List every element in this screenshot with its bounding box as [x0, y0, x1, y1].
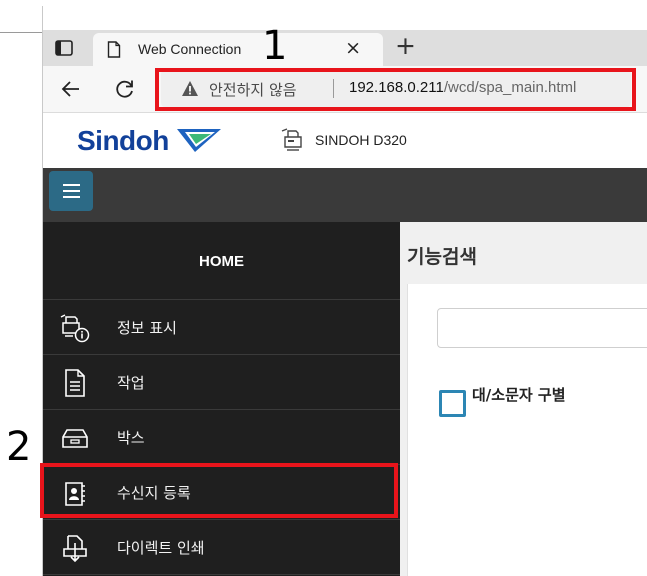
- info-printer-icon: [60, 314, 90, 343]
- sidebar-item-info-display[interactable]: 정보 표시: [43, 300, 400, 355]
- page-title: 기능검색: [407, 246, 477, 268]
- function-search-panel: 대/소문자 구별: [407, 284, 647, 576]
- annotation-number-2: 2: [6, 424, 32, 470]
- browser-tab-active[interactable]: Web Connection ×: [93, 33, 383, 66]
- tab-title: Web Connection: [138, 41, 242, 57]
- reload-icon[interactable]: [113, 77, 137, 101]
- new-tab-button[interactable]: +: [395, 33, 416, 58]
- box-icon: [62, 429, 88, 448]
- sidebar-item-box[interactable]: 박스: [43, 410, 400, 465]
- brand-logo-text: Sindoh: [77, 125, 169, 156]
- tab-actions-icon: [55, 40, 73, 56]
- sidebar-item-label: 박스: [117, 429, 145, 447]
- sidebar-item-label: 작업: [117, 374, 145, 392]
- case-sensitive-label: 대/소문자 구별: [472, 386, 566, 404]
- page-icon: [107, 41, 121, 58]
- hamburger-menu-button[interactable]: [49, 171, 93, 211]
- main-content: 기능검색 대/소문자 구별: [400, 222, 647, 576]
- brand-logo-mark: [177, 129, 221, 152]
- sidebar-item-jobs[interactable]: 작업: [43, 355, 400, 410]
- sidebar-item-home[interactable]: HOME: [43, 222, 400, 300]
- browser-tab-strip: Web Connection × +: [43, 30, 647, 66]
- menu-line: [62, 184, 80, 186]
- sidebar: HOME 정보 표시 작업 박스 수신지 등록 다이렉트 인쇄: [43, 222, 400, 576]
- corner-guide-line: [0, 32, 42, 33]
- url-path: /wcd/spa_main.html: [443, 79, 577, 96]
- sidebar-item-address-registration[interactable]: 수신지 등록: [43, 465, 400, 520]
- top-navigation-bar: [43, 168, 647, 222]
- security-warning-text: 안전하지 않음: [209, 81, 297, 99]
- sidebar-item-label: 정보 표시: [117, 319, 177, 337]
- function-search-input[interactable]: [437, 308, 647, 348]
- tab-actions-button[interactable]: [53, 38, 75, 58]
- sidebar-item-label: 다이렉트 인쇄: [117, 539, 205, 557]
- back-arrow-icon[interactable]: [59, 77, 83, 101]
- address-book-icon: [65, 482, 85, 506]
- menu-line: [62, 190, 80, 192]
- tab-close-button[interactable]: ×: [345, 39, 361, 58]
- printer-icon: [281, 128, 302, 151]
- url-host: 192.168.0.211: [349, 79, 444, 96]
- warning-icon: [182, 81, 198, 96]
- address-bar[interactable]: 안전하지 않음 192.168.0.211/wcd/spa_main.html: [161, 70, 631, 107]
- direct-print-icon: [63, 535, 87, 563]
- case-sensitive-checkbox[interactable]: [439, 390, 466, 417]
- address-separator: [333, 79, 334, 98]
- sidebar-item-label: 수신지 등록: [117, 484, 191, 502]
- site-header: Sindoh SINDOH D320: [43, 113, 647, 168]
- annotation-number-1: 1: [262, 23, 288, 69]
- sidebar-item-direct-print[interactable]: 다이렉트 인쇄: [43, 520, 400, 575]
- url-text: 192.168.0.211/wcd/spa_main.html: [349, 79, 576, 96]
- device-name: SINDOH D320: [315, 132, 407, 148]
- browser-toolbar: 안전하지 않음 192.168.0.211/wcd/spa_main.html: [43, 66, 647, 113]
- sidebar-item-label: HOME: [199, 253, 244, 270]
- document-icon: [65, 369, 85, 397]
- menu-line: [62, 196, 80, 198]
